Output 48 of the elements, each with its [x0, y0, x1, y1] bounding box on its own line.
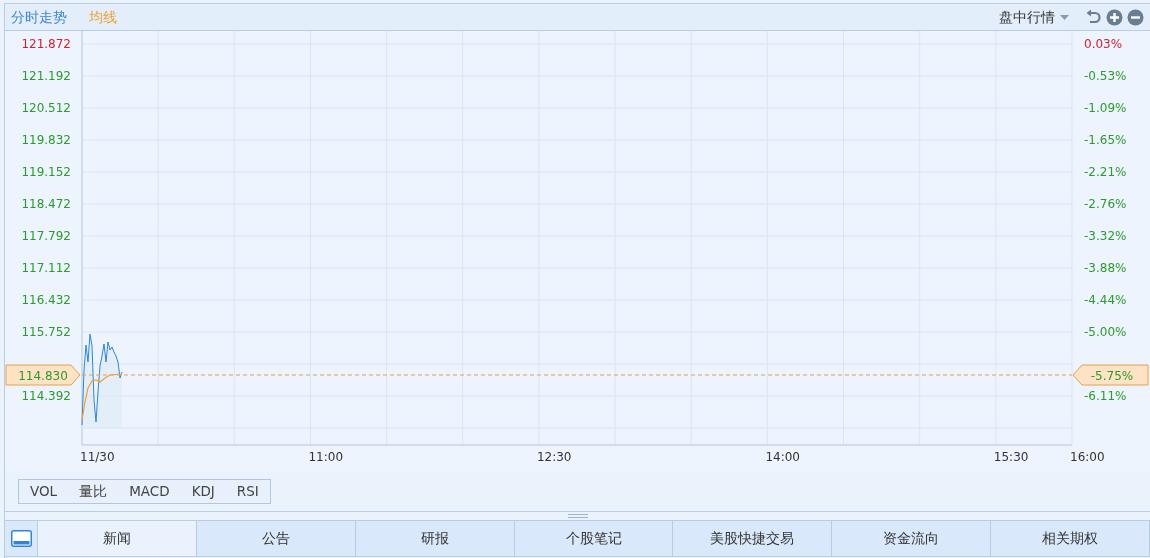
- price-axis-label: 115.752: [21, 325, 71, 339]
- time-axis-label: 11:00: [308, 450, 344, 464]
- drag-handle[interactable]: [567, 514, 588, 518]
- price-axis-label: 119.832: [21, 133, 71, 147]
- percent-axis-label: 0.03%: [1084, 37, 1123, 51]
- bottom-tab[interactable]: 相关期权: [991, 521, 1150, 556]
- bottom-tab[interactable]: 研报: [355, 521, 515, 556]
- undo-icon[interactable]: [1085, 8, 1102, 26]
- time-axis-label: 14:00: [765, 450, 800, 464]
- percent-axis-label: -3.88%: [1084, 261, 1127, 275]
- percent-axis-label: -1.09%: [1084, 101, 1127, 115]
- price-axis-label: 119.152: [21, 165, 71, 179]
- percent-axis-label: -4.44%: [1084, 293, 1127, 307]
- current-percent-label: -5.75%: [1090, 369, 1134, 383]
- bottom-tab[interactable]: 资金流向: [832, 521, 992, 556]
- price-axis-label: 120.512: [21, 101, 71, 115]
- percent-axis-label: -0.53%: [1084, 69, 1127, 83]
- percent-axis-label: -6.11%: [1084, 389, 1127, 403]
- current-price-label: 114.830: [18, 369, 68, 383]
- price-axis-label: 121.872: [21, 37, 71, 51]
- percent-axis-label: -2.21%: [1084, 165, 1127, 179]
- time-axis-label: 12:30: [536, 450, 572, 464]
- indicator-button[interactable]: MACD: [118, 480, 181, 503]
- price-axis-label: 117.792: [21, 229, 71, 243]
- indicator-button[interactable]: KDJ: [180, 480, 226, 503]
- market-session-dropdown[interactable]: 盘中行情: [999, 6, 1069, 28]
- indicator-button[interactable]: RSI: [225, 480, 270, 503]
- panel-toggle-icon[interactable]: [10, 530, 32, 547]
- percent-axis-label: -2.76%: [1084, 197, 1127, 211]
- bottom-tab[interactable]: 个股笔记: [514, 521, 674, 556]
- percent-axis-label: -1.65%: [1084, 133, 1127, 147]
- price-axis-label: 117.112: [21, 261, 71, 275]
- indicator-button[interactable]: 量比: [68, 480, 119, 503]
- time-axis-label: 11/30: [80, 450, 115, 464]
- price-axis-label: 116.432: [21, 293, 71, 307]
- indicator-button[interactable]: VOL: [19, 480, 69, 503]
- percent-axis-label: -5.00%: [1084, 325, 1127, 339]
- bottom-tab[interactable]: 美股快捷交易: [673, 521, 833, 556]
- zoom-in-icon[interactable]: [1106, 8, 1123, 26]
- zoom-out-icon[interactable]: [1127, 8, 1144, 26]
- time-axis-label: 15:30: [993, 450, 1029, 464]
- time-axis-label: 16:00: [1070, 450, 1105, 464]
- price-axis-label: 118.472: [21, 197, 71, 211]
- price-axis-label: 114.392: [21, 389, 71, 403]
- percent-axis-label: -3.32%: [1084, 229, 1127, 243]
- bottom-tab[interactable]: 公告: [196, 521, 356, 556]
- caret-icon: [1060, 14, 1069, 20]
- price-axis-label: 121.192: [21, 69, 71, 83]
